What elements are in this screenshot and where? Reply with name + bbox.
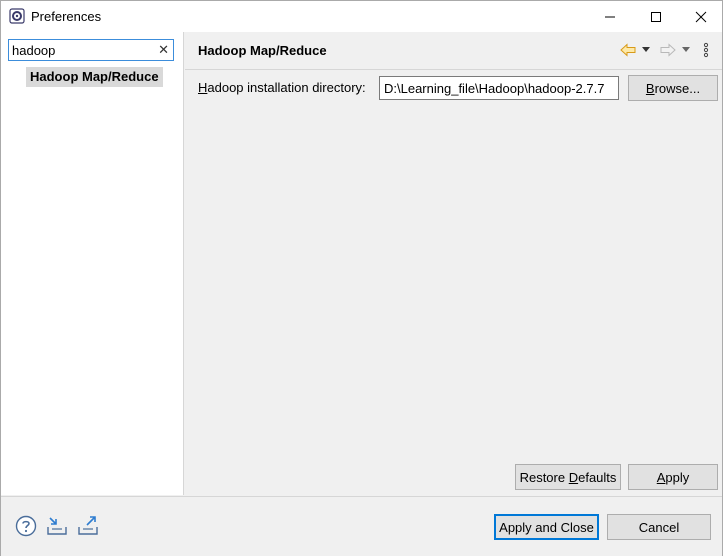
restore-defaults-button[interactable]: Restore Defaults: [515, 464, 621, 490]
tree-item-hadoop-map-reduce[interactable]: Hadoop Map/Reduce: [26, 67, 163, 87]
title-bar: Preferences: [1, 1, 722, 32]
browse-button[interactable]: Browse...: [628, 75, 718, 101]
view-menu-icon: [703, 42, 709, 58]
page-header: Hadoop Map/Reduce: [185, 32, 722, 70]
minimize-button[interactable]: [587, 1, 633, 32]
apply-and-close-button[interactable]: Apply and Close: [494, 514, 599, 540]
back-arrow-icon: [620, 43, 636, 57]
app-icon: [9, 8, 25, 24]
install-dir-input[interactable]: [379, 76, 619, 100]
filter-input[interactable]: [12, 42, 152, 58]
minimize-icon: [605, 16, 615, 17]
forward-dropdown-button[interactable]: [682, 42, 690, 58]
close-icon: [695, 11, 707, 22]
import-icon[interactable]: [46, 515, 68, 537]
maximize-icon: [651, 11, 661, 22]
install-dir-label: Hadoop installation directory:: [198, 80, 366, 95]
dropdown-icon: [682, 47, 690, 52]
apply-button[interactable]: Apply: [628, 464, 718, 490]
back-dropdown-button[interactable]: [642, 42, 650, 58]
forward-arrow-icon: [660, 43, 676, 57]
view-menu-button[interactable]: [703, 42, 709, 58]
cancel-button[interactable]: Cancel: [607, 514, 711, 540]
preference-page: Hadoop Map/Reduce Hadoop installation di…: [185, 32, 722, 495]
forward-button[interactable]: [660, 42, 676, 58]
maximize-button[interactable]: [633, 1, 679, 32]
filter-field[interactable]: ✕: [8, 39, 174, 61]
back-button[interactable]: [620, 42, 636, 58]
page-title: Hadoop Map/Reduce: [198, 43, 327, 58]
dropdown-icon: [642, 47, 650, 52]
window-title: Preferences: [31, 9, 102, 24]
preferences-window: Preferences ✕ Hadoop Map/Reduce Hadoop M…: [0, 0, 723, 556]
dialog-button-bar: Apply and Close Cancel: [1, 496, 722, 556]
close-button[interactable]: [678, 1, 723, 32]
help-icon[interactable]: [15, 515, 37, 537]
preferences-tree-pane: ✕ Hadoop Map/Reduce: [1, 32, 184, 495]
export-icon[interactable]: [77, 515, 99, 537]
clear-filter-icon[interactable]: ✕: [158, 42, 169, 58]
